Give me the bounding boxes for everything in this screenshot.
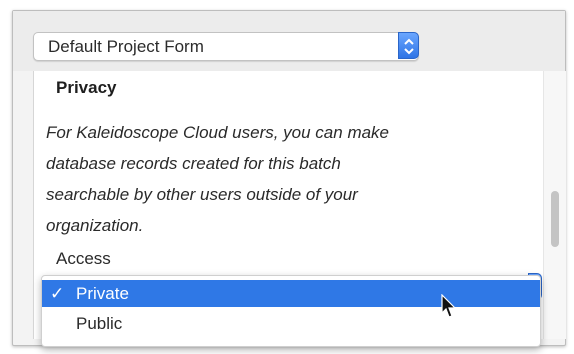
access-option-private[interactable]: ✓ Private	[42, 280, 540, 307]
privacy-description-line: searchable by other users outside of you…	[46, 185, 358, 204]
access-label: Access	[56, 249, 111, 268]
access-option-label: Private	[76, 284, 129, 303]
privacy-description: For Kaleidoscope Cloud users, you can ma…	[46, 117, 516, 241]
project-form-select[interactable]: Default Project Form	[33, 32, 419, 61]
project-form-select-value: Default Project Form	[48, 37, 204, 56]
updown-chevrons-icon[interactable]	[398, 32, 419, 59]
privacy-heading: Privacy	[56, 78, 117, 97]
checkmark-icon: ✓	[50, 284, 65, 303]
privacy-description-line: organization.	[46, 216, 144, 235]
scrollbar-thumb[interactable]	[551, 191, 559, 247]
form-selector-bar: Default Project Form	[13, 11, 565, 71]
access-option-label: Public	[76, 314, 123, 333]
mouse-pointer-icon	[441, 294, 457, 318]
privacy-description-line: database records created for this batch	[46, 154, 341, 173]
access-dropdown-menu: ✓ Private Public	[41, 275, 541, 347]
settings-panel: Default Project Form Privacy For Kaleido…	[12, 10, 566, 347]
access-option-public[interactable]: Public	[42, 310, 540, 337]
privacy-description-line: For Kaleidoscope Cloud users, you can ma…	[46, 123, 390, 142]
